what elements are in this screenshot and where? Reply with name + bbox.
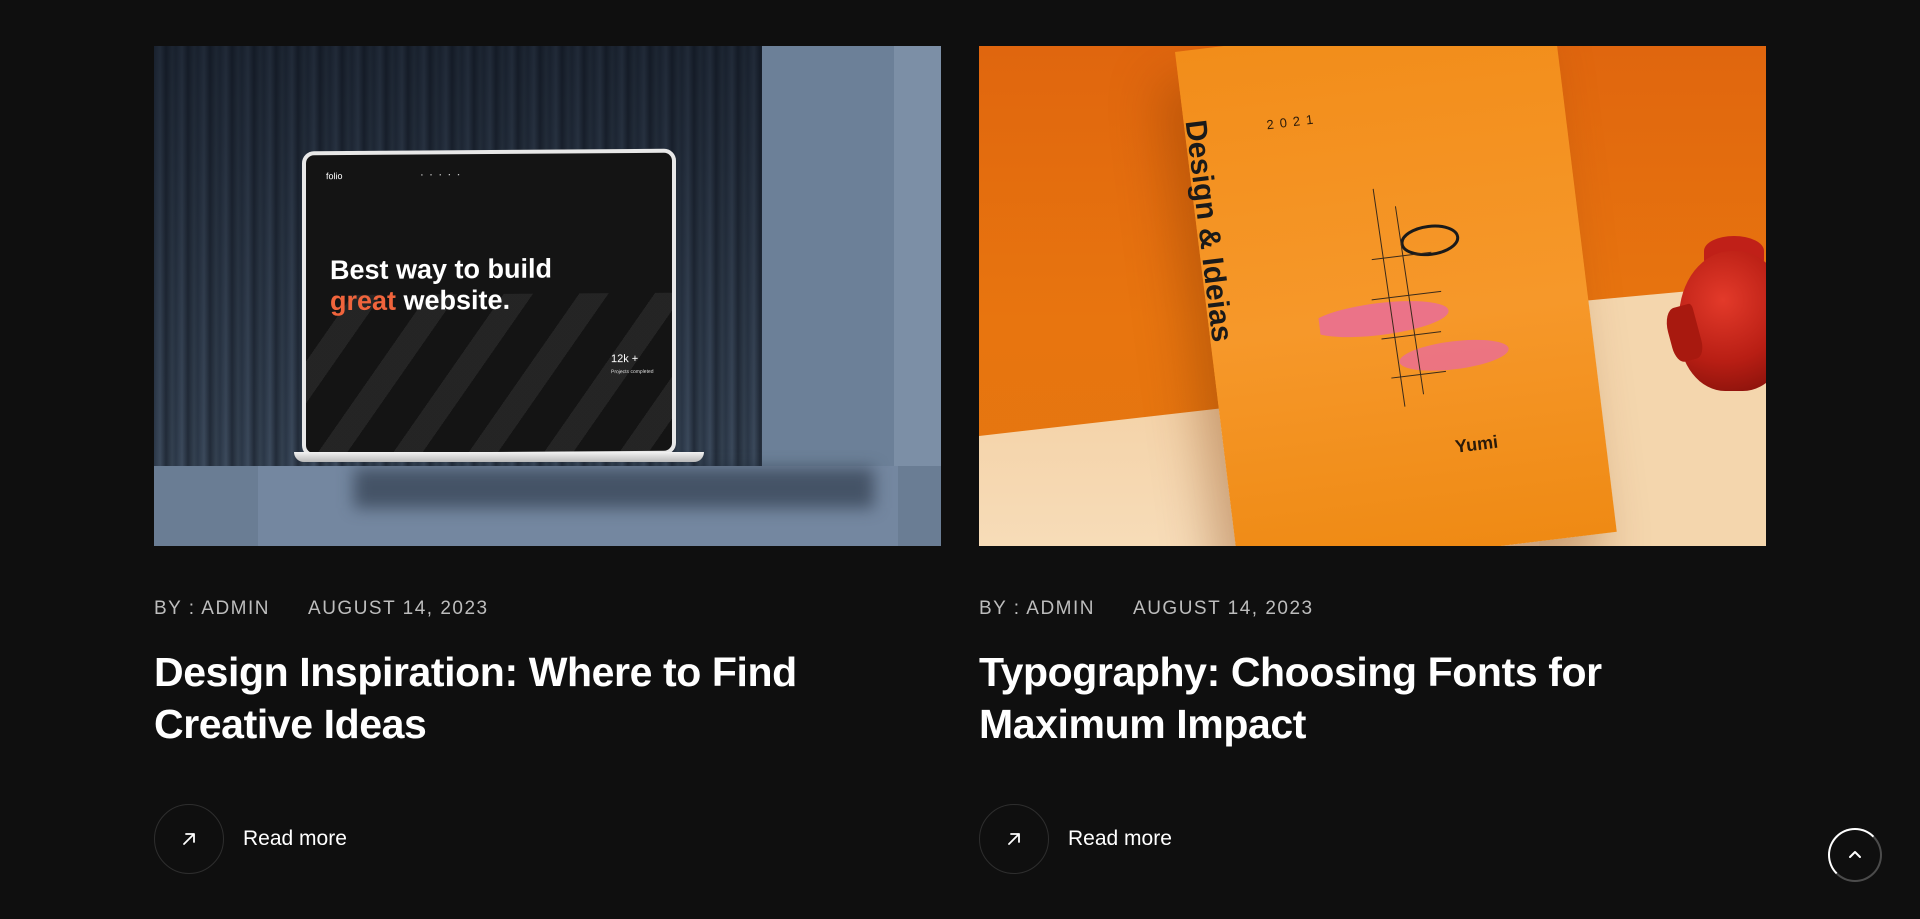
screen-headline: Best way to build great website. xyxy=(330,254,552,318)
blog-grid: folio ▪ ▪ ▪ ▪ ▪ Best way to build great … xyxy=(154,46,1766,874)
screen-stat: 12k + xyxy=(611,352,639,366)
post-author[interactable]: BY : ADMIN xyxy=(979,598,1095,620)
read-more-link[interactable]: Read more xyxy=(154,804,941,874)
screen-headline-rest: website. xyxy=(396,284,511,316)
screen-headline-line1: Best way to build xyxy=(330,253,553,286)
poster-brand: Yumi xyxy=(1453,431,1500,457)
chevron-up-icon xyxy=(1849,851,1861,858)
poster-year: 2021 xyxy=(1265,110,1321,133)
read-more-circle[interactable] xyxy=(154,804,224,874)
post-date: AUGUST 14, 2023 xyxy=(1133,598,1314,619)
arrow-up-right-icon xyxy=(1008,833,1020,845)
screen-stat-sub: Projects completed xyxy=(611,368,654,376)
read-more-label[interactable]: Read more xyxy=(243,827,347,851)
post-title[interactable]: Typography: Choosing Fonts for Maximum I… xyxy=(979,646,1699,750)
post-thumbnail-poster[interactable]: 2021 Design & Ideias Yumi xyxy=(979,46,1766,546)
blog-card: folio ▪ ▪ ▪ ▪ ▪ Best way to build great … xyxy=(154,46,941,874)
post-meta: BY : ADMIN AUGUST 14, 2023 xyxy=(979,598,1766,620)
scroll-to-top-button[interactable] xyxy=(1828,828,1882,882)
laptop-base xyxy=(294,452,704,462)
screen-nav: ▪ ▪ ▪ ▪ ▪ xyxy=(421,172,463,179)
screen-headline-accent: great xyxy=(330,285,397,317)
screen-logo: folio xyxy=(326,171,343,182)
laptop-screen: folio ▪ ▪ ▪ ▪ ▪ Best way to build great … xyxy=(302,148,676,458)
post-meta: BY : ADMIN AUGUST 14, 2023 xyxy=(154,598,941,620)
post-date: AUGUST 14, 2023 xyxy=(308,598,489,619)
post-thumbnail-laptop[interactable]: folio ▪ ▪ ▪ ▪ ▪ Best way to build great … xyxy=(154,46,941,546)
read-more-label[interactable]: Read more xyxy=(1068,827,1172,851)
poster-cups-illustration xyxy=(1309,188,1509,407)
laptop-shadow xyxy=(354,468,874,508)
read-more-link[interactable]: Read more xyxy=(979,804,1766,874)
read-more-circle[interactable] xyxy=(979,804,1049,874)
post-author[interactable]: BY : ADMIN xyxy=(154,598,270,620)
post-title[interactable]: Design Inspiration: Where to Find Creati… xyxy=(154,646,874,750)
poster: 2021 Design & Ideias Yumi xyxy=(1175,46,1617,546)
arrow-up-right-icon xyxy=(183,833,195,845)
blog-card: 2021 Design & Ideias Yumi BY : ADMIN AUG… xyxy=(979,46,1766,874)
